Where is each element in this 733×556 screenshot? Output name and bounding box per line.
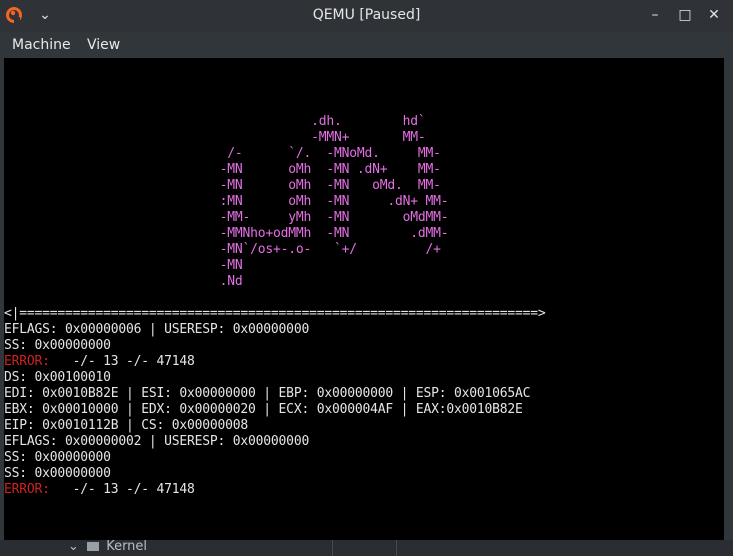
logo-line: :MN oMh -MN .dN+ MM- <box>219 194 449 209</box>
logo-line: -MMNho+odMMh -MN .dMM- <box>219 226 449 241</box>
logo-line: /- `/. -MNoMd. MM- <box>227 146 441 161</box>
taskbar: ⌄ Kernel <box>0 540 733 556</box>
divider <box>396 540 397 556</box>
menu-bar: Machine View <box>0 32 733 58</box>
console-separator: <|======================================… <box>4 306 546 321</box>
window-title: QEMU [Paused] <box>312 7 421 23</box>
error-label: ERROR: <box>4 482 50 497</box>
console-line: EFLAGS: 0x00000002 | USERESP: 0x00000000 <box>4 434 310 449</box>
menu-view[interactable]: View <box>87 37 120 53</box>
logo-line: -MN`/os+-.o- `+/ /+ <box>219 242 441 257</box>
folder-icon <box>87 542 100 551</box>
logo-line: -MN <box>219 258 243 273</box>
console-line: EDI: 0x0010B82E | ESI: 0x00000000 | EBP:… <box>4 386 531 401</box>
logo-line: .dh. hd` <box>311 114 426 129</box>
console-line: SS: 0x00000000 <box>4 466 111 481</box>
minimize-button[interactable]: – <box>646 6 664 24</box>
error-detail: -/- 13 -/- 47148 <box>49 354 195 369</box>
console-line: SS: 0x00000000 <box>4 450 111 465</box>
menu-machine[interactable]: Machine <box>12 37 71 53</box>
console-line: EFLAGS: 0x00000006 | USERESP: 0x00000000 <box>4 322 310 337</box>
maximize-button[interactable]: □ <box>676 6 694 24</box>
chevron-down-icon: ⌄ <box>68 539 79 554</box>
guest-display[interactable]: .dh. hd` -MMN+ MM- /- `/. -MNoMd. MM- -M… <box>4 58 724 540</box>
qemu-window: ⌄ QEMU [Paused] – □ ✕ Machine View .dh. … <box>0 0 733 540</box>
console-line: SS: 0x00000000 <box>4 338 111 353</box>
error-label: ERROR: <box>4 354 50 369</box>
taskbar-item-label: Kernel <box>106 539 148 554</box>
close-button[interactable]: ✕ <box>705 6 723 24</box>
divider <box>332 540 333 556</box>
console-line: EIP: 0x0010112B | CS: 0x00000008 <box>4 418 249 433</box>
logo-line: .Nd <box>212 274 243 289</box>
console-output: <|======================================… <box>4 306 546 498</box>
console-line: DS: 0x00100010 <box>4 370 111 385</box>
logo-line: -MM- yMh -MN oMdMM- <box>219 210 449 225</box>
title-bar[interactable]: ⌄ QEMU [Paused] – □ ✕ <box>0 0 733 32</box>
console-line: EBX: 0x00010000 | EDX: 0x00000020 | ECX:… <box>4 402 523 417</box>
logo-line: -MN oMh -MN oMd. MM- <box>219 178 441 193</box>
logo-line: -MMN+ MM- <box>311 130 426 145</box>
logo-line: -MN oMh -MN .dN+ MM- <box>219 162 441 177</box>
ascii-logo: .dh. hd` -MMN+ MM- /- `/. -MNoMd. MM- -M… <box>212 114 449 290</box>
error-detail: -/- 13 -/- 47148 <box>49 482 195 497</box>
taskbar-item-kernel[interactable]: ⌄ Kernel <box>68 540 147 554</box>
